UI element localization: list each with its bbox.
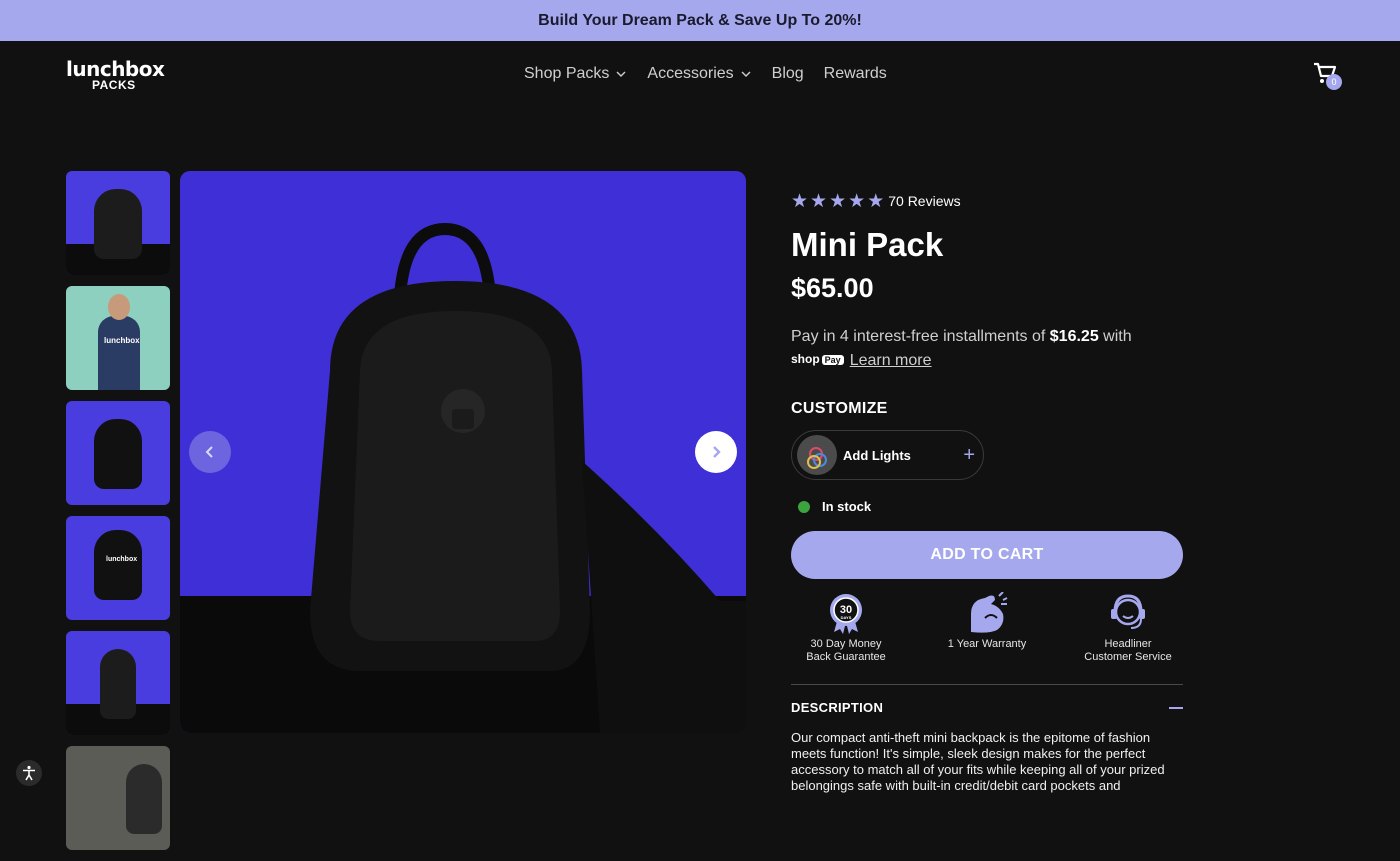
thumbnail-2[interactable]: lunchbox (66, 286, 170, 390)
thumbnail-gallery: lunchbox lunchbox (66, 171, 170, 861)
star-icon: ★ (829, 190, 847, 212)
shop-pay-logo: shop Pay (791, 348, 844, 372)
nav-item-rewards[interactable]: Rewards (824, 65, 887, 83)
divider (791, 684, 1183, 685)
badge-line1: Headliner (1104, 638, 1152, 650)
headset-icon (1111, 594, 1145, 629)
guarantee-badges: 30 DAYS 30 Day Money Back Guarantee 1 Ye… (791, 592, 1183, 664)
add-lights-option[interactable]: Add Lights + (791, 430, 984, 480)
announcement-text: Build Your Dream Pack & Save Up To 20%! (538, 11, 862, 29)
logo-text: lunchbox (66, 57, 165, 81)
installments-suffix: with (1098, 328, 1132, 345)
main-product-image (180, 171, 746, 733)
announcement-bar: Build Your Dream Pack & Save Up To 20%! (0, 0, 1400, 41)
thumbnail-shirt-text: lunchbox (104, 336, 140, 345)
site-header: lunchbox PACKS Shop Packs Accessories Bl… (0, 41, 1400, 109)
thumbnail-pack-text: lunchbox (106, 556, 138, 563)
logo-subtext: PACKS (92, 78, 136, 92)
star-icon: ★ (867, 190, 885, 212)
nav-item-shop-packs[interactable]: Shop Packs (524, 65, 627, 83)
minus-icon (1169, 706, 1183, 709)
flexed-arm-icon (971, 592, 1008, 633)
backpack-image (310, 222, 746, 733)
accessibility-button[interactable] (16, 760, 42, 786)
nav-label: Shop Packs (524, 65, 610, 82)
medal-icon: 30 DAYS (830, 594, 862, 634)
chevron-left-icon (205, 446, 213, 458)
product-price: $65.00 (791, 273, 874, 303)
thumbnail-3[interactable] (66, 401, 170, 505)
star-icon: ★ (848, 190, 866, 212)
main-nav: Shop Packs Accessories Blog Rewards (524, 65, 887, 83)
customer-service-badge: Headliner Customer Service (1073, 592, 1183, 664)
stock-status: In stock (791, 499, 1183, 514)
add-to-cart-button[interactable]: ADD TO CART (791, 531, 1183, 579)
lights-thumbnail (797, 435, 837, 475)
rating[interactable]: ★ ★ ★ ★ ★ 70 Reviews (791, 190, 1183, 212)
badge-line2: Back Guarantee (806, 651, 886, 663)
nav-label: Rewards (823, 65, 887, 82)
plus-icon: + (963, 443, 975, 466)
installments-info: Pay in 4 interest-free installments of $… (791, 325, 1183, 372)
installments-prefix: Pay in 4 interest-free installments of (791, 328, 1050, 345)
nav-label: Accessories (647, 65, 734, 82)
badge-line1: 30 Day Money (810, 638, 882, 650)
addon-label: Add Lights (843, 447, 911, 463)
next-image-button[interactable] (695, 431, 737, 473)
star-icon: ★ (791, 190, 809, 212)
reviews-count[interactable]: 70 Reviews (888, 193, 960, 209)
warranty-badge: 1 Year Warranty (932, 592, 1042, 664)
cart-button[interactable]: 0 (1312, 61, 1346, 91)
previous-image-button[interactable] (189, 431, 231, 473)
product-title: Mini Pack (791, 226, 944, 263)
in-stock-dot-icon (798, 500, 810, 513)
customize-heading: CUSTOMIZE (791, 400, 888, 417)
badge-line2: Customer Service (1084, 651, 1172, 663)
chevron-down-icon (741, 71, 751, 77)
installments-amount: $16.25 (1049, 328, 1099, 345)
learn-more-link[interactable]: Learn more (850, 349, 932, 372)
nav-label: Blog (771, 65, 804, 82)
description-text: Our compact anti-theft mini backpack is … (791, 730, 1165, 793)
chevron-down-icon (616, 71, 626, 77)
medal-subtext: DAYS (841, 615, 852, 620)
star-icon: ★ (810, 190, 828, 212)
nav-item-accessories[interactable]: Accessories (647, 65, 751, 83)
thumbnail-1[interactable] (66, 171, 170, 275)
thumbnail-6[interactable] (66, 746, 170, 850)
shop-pay-badge: Pay (821, 355, 844, 365)
logo[interactable]: lunchbox PACKS (66, 57, 165, 93)
accessibility-icon (23, 765, 35, 781)
nav-item-blog[interactable]: Blog (772, 65, 804, 83)
stock-label: In stock (822, 499, 872, 514)
thumbnail-5[interactable] (66, 631, 170, 735)
money-back-badge: 30 DAYS 30 Day Money Back Guarantee (791, 592, 901, 664)
cart-count-badge: 0 (1326, 74, 1342, 90)
description-heading: DESCRIPTION (791, 700, 884, 715)
product-info: ★ ★ ★ ★ ★ 70 Reviews Mini Pack $65.00 Pa… (791, 190, 1183, 794)
description-toggle[interactable]: DESCRIPTION (791, 700, 1183, 715)
chevron-right-icon (713, 446, 721, 458)
shop-pay-brand: shop (791, 352, 820, 366)
thumbnail-4[interactable]: lunchbox (66, 516, 170, 620)
badge-line1: 1 Year Warranty (947, 638, 1027, 650)
